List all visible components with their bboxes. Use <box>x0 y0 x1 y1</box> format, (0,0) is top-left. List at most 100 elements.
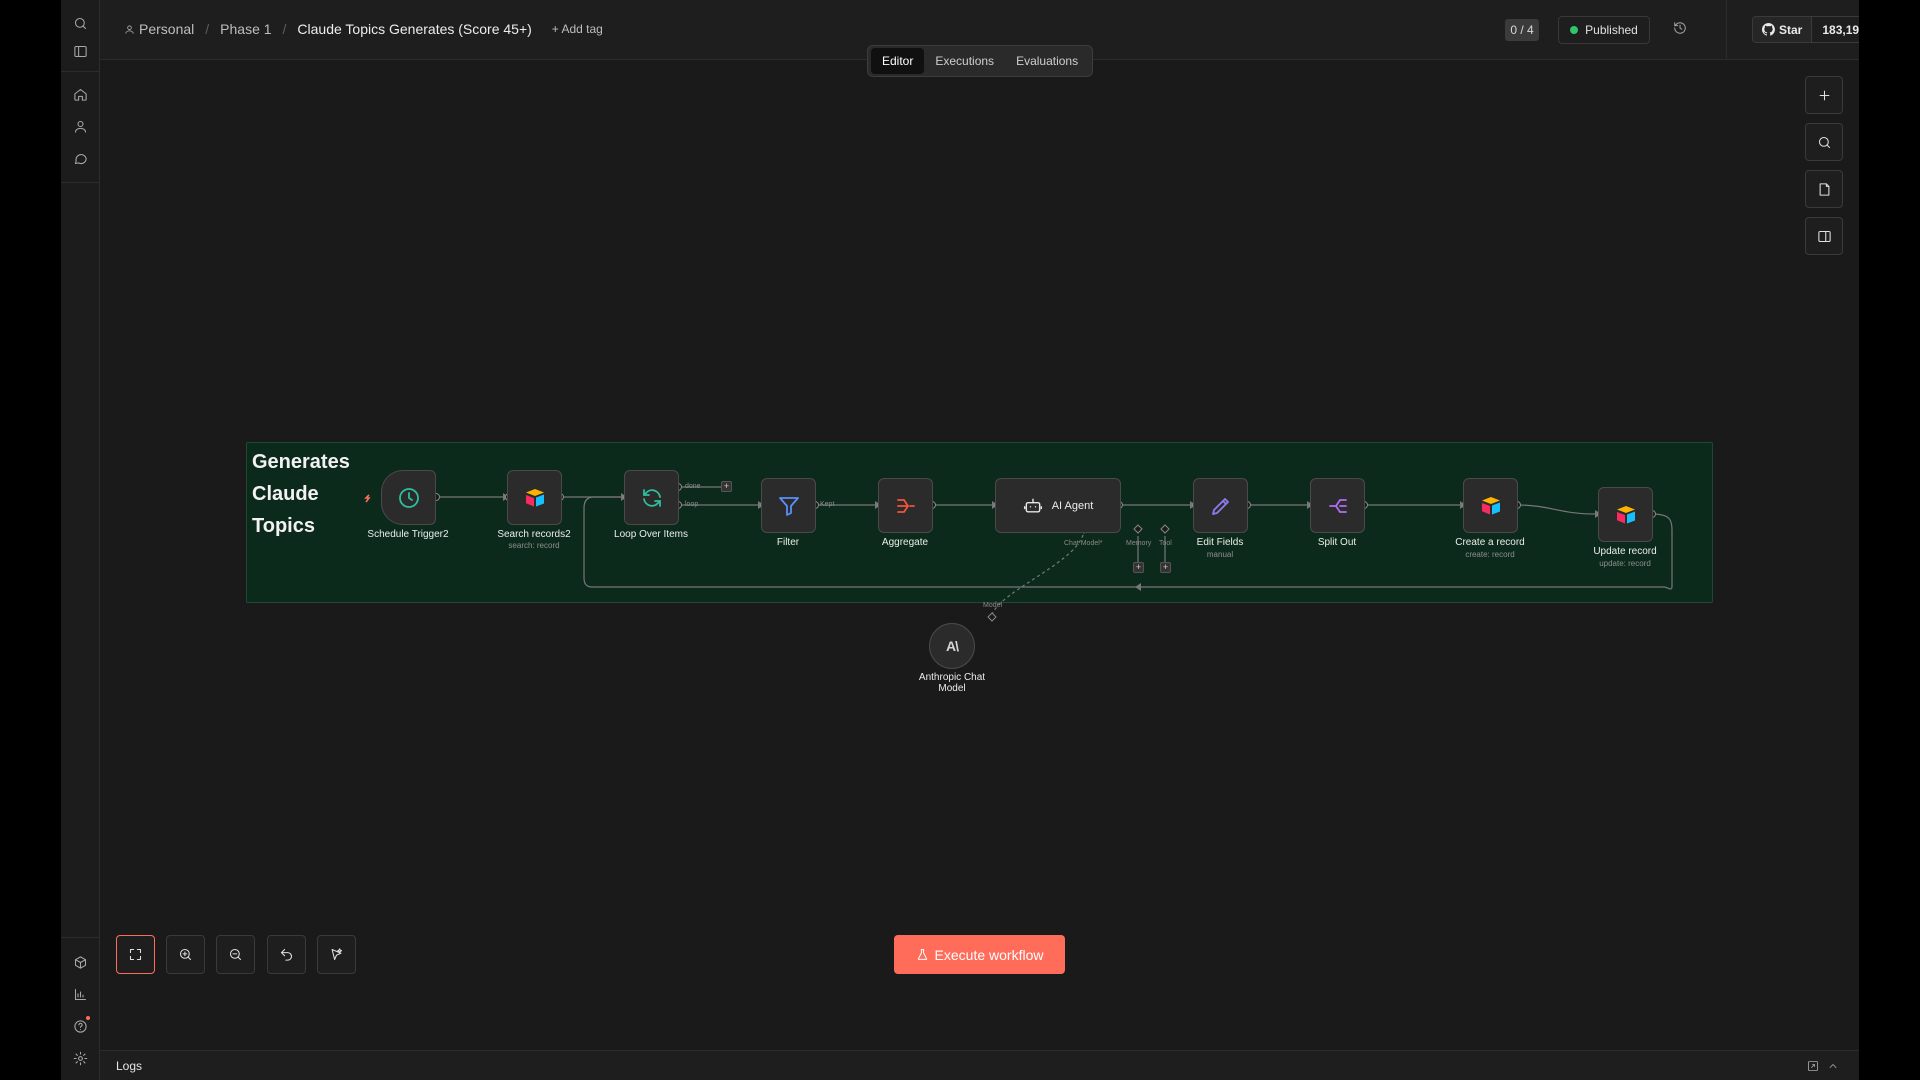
add-connection-plus[interactable]: + <box>721 481 732 492</box>
clock-icon <box>398 487 419 508</box>
pencil-icon <box>1211 497 1229 515</box>
split-out-icon <box>1328 498 1347 513</box>
port-label-model: Model <box>983 602 1003 609</box>
history-icon[interactable] <box>1673 21 1691 39</box>
user-icon[interactable] <box>69 115 91 137</box>
breadcrumb-folder[interactable]: Phase 1 <box>220 21 271 37</box>
node-label: Loop Over Items <box>614 529 688 540</box>
tab-editor[interactable]: Editor <box>871 48 925 74</box>
node-label: Model <box>938 683 966 694</box>
flask-icon <box>917 949 927 960</box>
rail-divider <box>61 182 100 183</box>
tab-evaluations[interactable]: Evaluations <box>1005 48 1089 74</box>
node-filter[interactable] <box>761 478 816 533</box>
undo-icon <box>280 948 293 961</box>
tidy-up-button[interactable] <box>317 935 356 974</box>
port-label-kept: Kept <box>820 501 835 508</box>
add-tool-plus[interactable]: + <box>1160 562 1171 573</box>
add-tag-button[interactable]: + Add tag <box>552 22 603 36</box>
port-label-chat-model: Chat Model* <box>1064 540 1103 547</box>
node-label: AI Agent <box>1051 499 1094 512</box>
search-icon[interactable] <box>69 12 91 34</box>
execute-label: Execute workflow <box>934 946 1044 963</box>
chat-icon[interactable] <box>69 147 91 169</box>
node-label: Filter <box>776 537 800 548</box>
github-icon <box>1762 23 1775 36</box>
n8n-workflow-editor: Personal / Phase 1 / Claude Topics Gener… <box>61 0 1859 1080</box>
user-small-icon <box>125 24 134 34</box>
pop-out-icon[interactable] <box>1807 1059 1821 1073</box>
logs-panel-bar[interactable]: Logs <box>100 1050 1859 1080</box>
node-update-record[interactable] <box>1598 487 1653 542</box>
port-label-tool: Tool <box>1159 540 1172 547</box>
port-label-done: done <box>685 483 701 490</box>
breadcrumb-personal[interactable]: Personal <box>139 21 194 37</box>
rail-divider <box>61 71 100 72</box>
node-search-records[interactable] <box>507 470 562 525</box>
anthropic-logo-icon: A\ <box>946 638 959 654</box>
published-status-button[interactable]: Published <box>1558 16 1650 44</box>
status-dot <box>1570 26 1579 34</box>
aggregate-icon <box>896 498 915 513</box>
settings-gear-icon[interactable] <box>69 1047 91 1069</box>
templates-icon[interactable] <box>69 951 91 973</box>
node-create-record[interactable] <box>1463 478 1518 533</box>
sidebar-toggle-icon[interactable] <box>69 40 91 62</box>
filter-funnel-icon <box>778 496 799 516</box>
node-label: Edit Fields <box>1196 537 1244 548</box>
node-aggregate[interactable] <box>878 478 933 533</box>
zoom-in-button[interactable] <box>166 935 205 974</box>
execute-workflow-button[interactable]: Execute workflow <box>894 935 1065 974</box>
node-loop-over-items[interactable] <box>624 470 679 525</box>
header-divider <box>1726 0 1727 60</box>
help-icon[interactable] <box>69 1015 91 1037</box>
fit-view-icon <box>129 948 142 961</box>
port-label-loop: loop <box>685 501 699 508</box>
airtable-icon <box>1481 496 1500 514</box>
node-schedule-trigger[interactable] <box>381 470 436 525</box>
breadcrumb-separator: / <box>205 21 210 37</box>
insights-chart-icon[interactable] <box>69 983 91 1005</box>
zoom-in-icon <box>179 948 192 961</box>
zoom-out-button[interactable] <box>216 935 255 974</box>
magic-wand-icon <box>331 948 343 961</box>
workflow-canvas[interactable]: Generates Claude Topics Schedule Trigger… <box>100 60 1859 1050</box>
version-pager[interactable]: 0 / 4 <box>1505 19 1539 41</box>
node-ai-agent[interactable]: AI Agent <box>995 478 1121 533</box>
left-sidebar <box>61 0 100 1080</box>
airtable-icon <box>525 488 544 506</box>
breadcrumb: Personal / Phase 1 / Claude Topics Gener… <box>124 21 603 37</box>
github-star-button[interactable]: Star <box>1753 17 1813 42</box>
chevron-up-icon[interactable] <box>1827 1059 1841 1073</box>
node-label: Schedule Trigger2 <box>367 529 449 540</box>
view-tabs: Editor Executions Evaluations <box>867 45 1094 77</box>
airtable-icon <box>1616 505 1635 523</box>
connection <box>1516 504 1596 515</box>
rail-divider <box>61 937 100 938</box>
add-memory-plus[interactable]: + <box>1133 562 1144 573</box>
node-label: Search records2 <box>497 529 571 540</box>
workflow-name[interactable]: Claude Topics Generates (Score 45+) <box>297 21 531 37</box>
notification-dot <box>86 1016 90 1020</box>
node-split-out[interactable] <box>1310 478 1365 533</box>
zoom-to-fit-button[interactable] <box>116 935 155 974</box>
node-edit-fields[interactable] <box>1193 478 1248 533</box>
tab-executions[interactable]: Executions <box>924 48 1005 74</box>
home-icon[interactable] <box>69 83 91 105</box>
loop-refresh-icon <box>642 488 661 507</box>
logs-title: Logs <box>116 1059 143 1073</box>
breadcrumb-separator: / <box>282 21 287 37</box>
zoom-out-icon <box>229 948 242 961</box>
node-subtitle: update: record <box>1599 559 1651 568</box>
status-label: Published <box>1585 23 1638 37</box>
node-label: Split Out <box>1317 537 1357 548</box>
node-anthropic-chat-model[interactable]: A\ <box>929 623 975 669</box>
node-subtitle: search: record <box>508 541 560 550</box>
github-star-count[interactable]: 183,196 <box>1812 17 1859 42</box>
node-label: Update record <box>1593 546 1657 557</box>
github-star-label: Star <box>1779 22 1803 37</box>
node-label: Create a record <box>1455 537 1525 548</box>
undo-button[interactable] <box>267 935 306 974</box>
github-star-widget[interactable]: Star 183,196 <box>1752 16 1859 43</box>
node-subtitle: manual <box>1206 550 1234 559</box>
